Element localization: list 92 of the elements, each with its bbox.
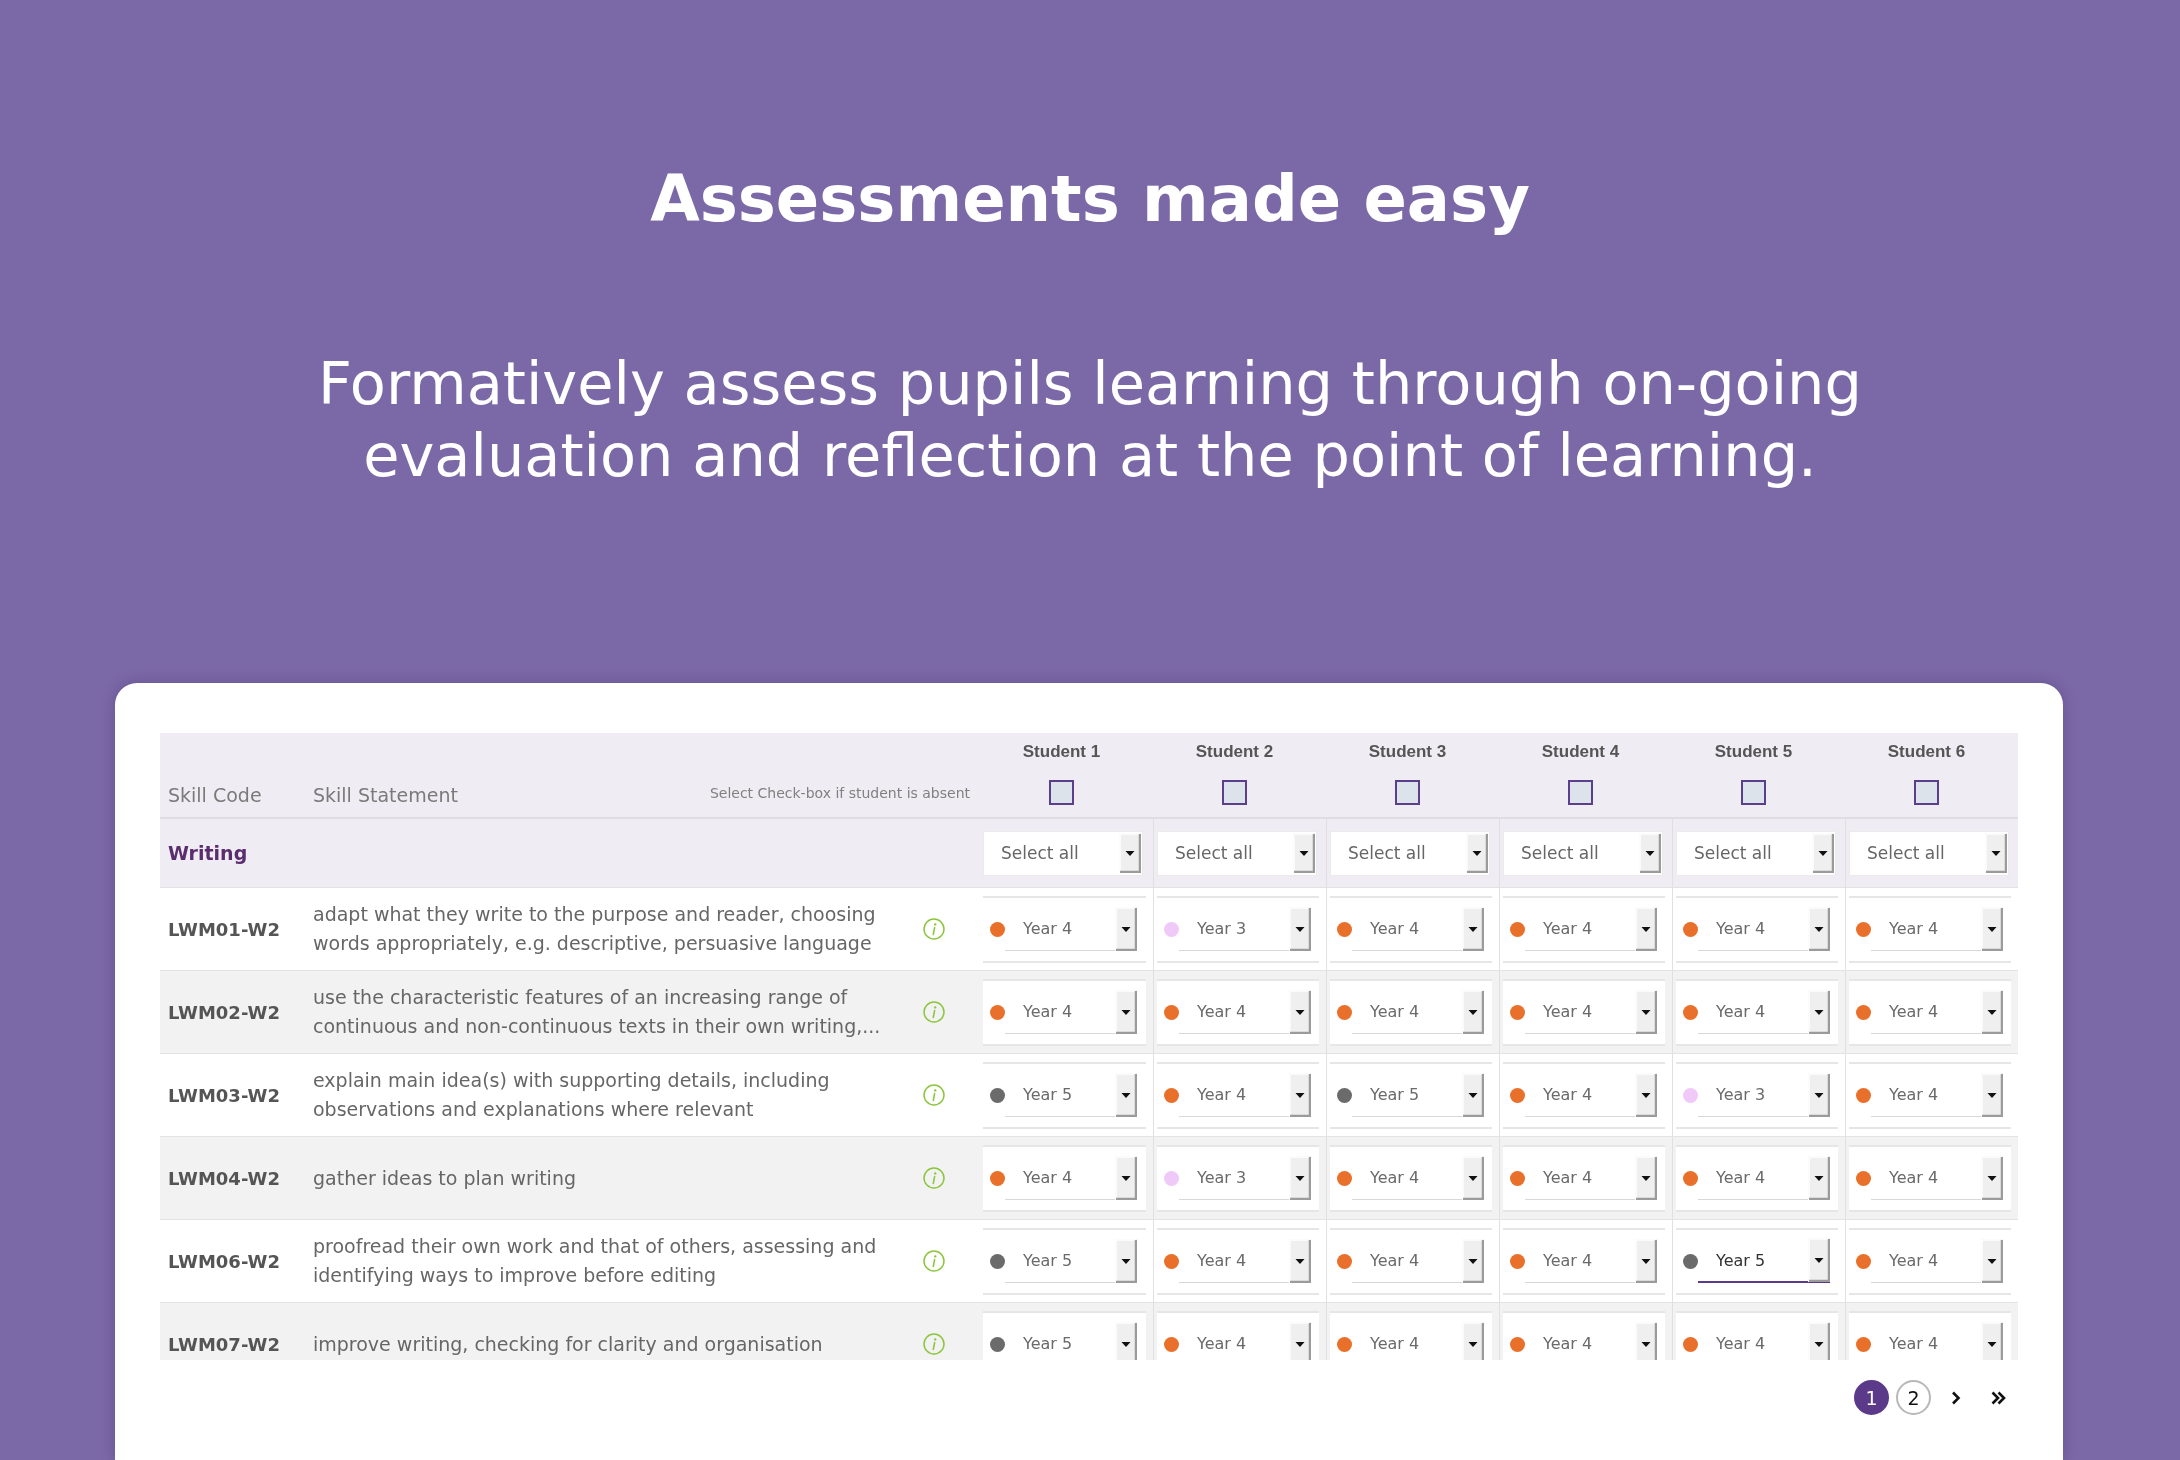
year-dropdown[interactable]: Year 4 [1352, 1156, 1484, 1200]
year-dropdown[interactable]: Year 4 [1179, 1322, 1311, 1360]
caret-icon[interactable] [1981, 1321, 2003, 1360]
year-dropdown[interactable]: Year 5 [1698, 1239, 1830, 1283]
headline: Assessments made easy [650, 161, 1530, 238]
caret-icon[interactable] [1985, 833, 2007, 873]
caret-icon[interactable] [1635, 1321, 1657, 1360]
caret-icon[interactable] [1808, 1238, 1830, 1282]
caret-icon[interactable] [1808, 1321, 1830, 1360]
year-dropdown[interactable]: Year 3 [1179, 1156, 1311, 1200]
skill-statement: adapt what they write to the purpose and reader, choosing words appropriately, e.g. descriptive, persuasive language [313, 902, 877, 956]
select-all-dropdown[interactable]: Select all [1157, 830, 1317, 876]
absent-checkbox[interactable] [1568, 780, 1593, 805]
absent-checkbox[interactable] [1914, 780, 1939, 805]
skill-code: LWM04-W2 [168, 1167, 280, 1189]
info-icon[interactable] [923, 918, 945, 940]
skill-code: LWM07-W2 [168, 1333, 280, 1355]
year-dropdown[interactable]: Year 5 [1005, 1322, 1137, 1360]
select-all-dropdown[interactable]: Select all [1849, 830, 2009, 876]
skill-statement: improve writing, checking for clarity and organisation [313, 1331, 823, 1357]
year-dropdown[interactable]: Year 4 [1179, 1073, 1311, 1117]
skill-code: LWM06-W2 [168, 1250, 280, 1272]
year-dropdown[interactable]: Year 4 [1698, 990, 1830, 1034]
caret-icon[interactable] [1119, 833, 1141, 873]
year-dropdown[interactable]: Year 5 [1352, 1073, 1484, 1117]
year-dropdown[interactable]: Year 4 [1525, 907, 1657, 951]
absent-checkbox[interactable] [1741, 780, 1766, 805]
year-dropdown[interactable]: Year 3 [1179, 907, 1311, 951]
caret-icon[interactable] [1639, 833, 1661, 873]
page-button[interactable]: 1 [1854, 1380, 1889, 1415]
student-name: Student 5 [1714, 742, 1793, 762]
caret-icon[interactable] [1289, 1321, 1311, 1360]
year-dropdown[interactable]: Year 4 [1871, 1322, 2003, 1360]
skill-statement: proofread their own work and that of others, assessing and identifying ways to improve before editing [313, 1234, 878, 1288]
caret-icon[interactable] [1115, 1321, 1137, 1360]
year-dropdown[interactable]: Year 4 [1005, 907, 1137, 951]
skill-code: LWM01-W2 [168, 918, 280, 940]
page-button[interactable]: 2 [1896, 1380, 1931, 1415]
info-icon[interactable] [923, 1250, 945, 1272]
caret-icon[interactable] [1466, 833, 1488, 873]
year-dropdown[interactable]: Year 5 [1005, 1239, 1137, 1283]
skill-code: LWM02-W2 [168, 1001, 280, 1023]
select-all-dropdown[interactable]: Select all [1503, 830, 1663, 876]
student-name: Student 1 [1022, 742, 1101, 762]
year-dropdown[interactable]: Year 4 [1525, 1322, 1657, 1360]
skill-statement: gather ideas to plan writing [313, 1165, 576, 1191]
year-dropdown[interactable]: Year 4 [1698, 1322, 1830, 1360]
year-dropdown[interactable]: Year 4 [1179, 1239, 1311, 1283]
absent-hint: Select Check-box if student is absent [709, 784, 970, 803]
year-dropdown[interactable]: Year 4 [1871, 1239, 2003, 1283]
year-dropdown[interactable]: Year 5 [1005, 1073, 1137, 1117]
select-all-dropdown[interactable]: Select all [1330, 830, 1490, 876]
year-dropdown[interactable]: Year 4 [1352, 1239, 1484, 1283]
skill-statement: explain main idea(s) with supporting details, including observations and explanations where relevant [313, 1068, 831, 1122]
skill-statement: use the characteristic features of an increasing range of continuous and non-continuous texts in their own writing,... [313, 985, 882, 1039]
select-all-dropdown[interactable]: Select all [1676, 830, 1836, 876]
year-dropdown[interactable]: Year 4 [1005, 990, 1137, 1034]
year-dropdown[interactable]: Year 4 [1698, 907, 1830, 951]
year-dropdown[interactable]: Year 3 [1698, 1073, 1830, 1117]
group-label: Writing [168, 842, 248, 864]
year-dropdown[interactable]: Year 4 [1698, 1156, 1830, 1200]
skill-code: LWM03-W2 [168, 1084, 280, 1106]
chevron-right-icon[interactable] [1950, 1389, 1962, 1406]
year-dropdown[interactable]: Year 4 [1525, 1156, 1657, 1200]
column-header: Skill Statement [313, 783, 458, 807]
year-dropdown[interactable]: Year 4 [1871, 990, 2003, 1034]
year-dropdown[interactable]: Year 4 [1005, 1156, 1137, 1200]
student-name: Student 2 [1195, 742, 1274, 762]
year-dropdown[interactable]: Year 4 [1179, 990, 1311, 1034]
student-name: Student 6 [1887, 742, 1966, 762]
year-dropdown[interactable]: Year 4 [1525, 1239, 1657, 1283]
double-chevron-right-icon[interactable] [1990, 1389, 2007, 1406]
caret-icon[interactable] [1462, 1321, 1484, 1360]
year-dropdown[interactable]: Year 4 [1352, 1322, 1484, 1360]
absent-checkbox[interactable] [1395, 780, 1420, 805]
year-dropdown[interactable]: Year 4 [1525, 1073, 1657, 1117]
column-header: Skill Code [168, 783, 262, 807]
year-dropdown[interactable]: Year 4 [1352, 907, 1484, 951]
year-dropdown[interactable]: Year 4 [1525, 990, 1657, 1034]
year-dropdown[interactable]: Year 4 [1871, 907, 2003, 951]
year-dropdown[interactable]: Year 4 [1871, 1156, 2003, 1200]
select-all-dropdown[interactable]: Select all [983, 830, 1143, 876]
student-name: Student 3 [1368, 742, 1447, 762]
info-icon[interactable] [923, 1084, 945, 1106]
student-name: Student 4 [1541, 742, 1620, 762]
year-dropdown[interactable]: Year 4 [1871, 1073, 2003, 1117]
caret-icon[interactable] [1812, 833, 1834, 873]
year-dropdown[interactable]: Year 4 [1352, 990, 1484, 1034]
absent-checkbox[interactable] [1049, 780, 1074, 805]
absent-checkbox[interactable] [1222, 780, 1247, 805]
caret-icon[interactable] [1293, 833, 1315, 873]
subheadline: Formatively assess pupils learning through on-going evaluation and reflection at the point of learning. [317, 348, 1863, 492]
